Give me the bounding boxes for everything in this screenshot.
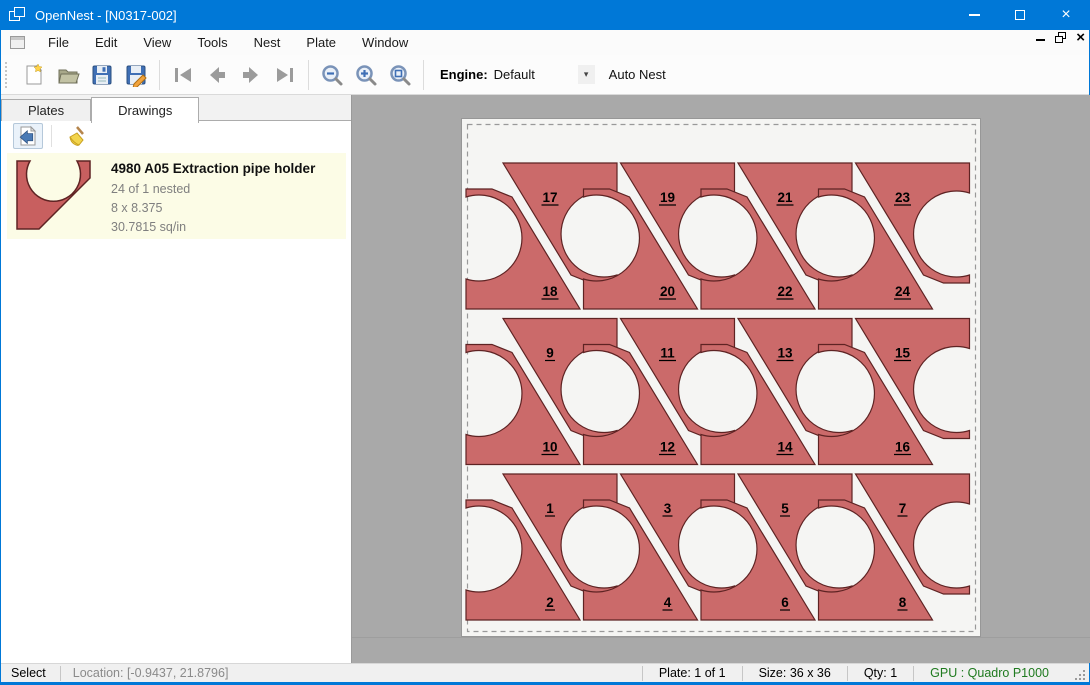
drawing-title: 4980 A05 Extraction pipe holder xyxy=(111,161,315,176)
open-icon xyxy=(56,63,80,87)
panel-toolbar xyxy=(1,121,351,151)
menu-item-window[interactable]: Window xyxy=(349,31,421,54)
svg-text:8: 8 xyxy=(899,595,907,610)
clean-broom-icon xyxy=(64,125,86,147)
nest-canvas[interactable]: 171819202122232491011121314151612345678 xyxy=(351,95,1090,663)
go-next-button[interactable] xyxy=(234,59,268,91)
svg-text:2: 2 xyxy=(546,595,554,610)
status-mode: Select xyxy=(1,666,60,680)
mdi-minimize-icon[interactable] xyxy=(1036,33,1045,42)
go-previous-button[interactable] xyxy=(200,59,234,91)
import-drawing-button[interactable] xyxy=(13,123,43,149)
auto-nest-button[interactable]: Auto Nest xyxy=(609,67,666,82)
go-first-icon xyxy=(171,63,195,87)
zoom-in-button[interactable] xyxy=(349,59,383,91)
svg-text:21: 21 xyxy=(777,190,793,205)
maximize-button[interactable] xyxy=(997,0,1043,30)
new-button[interactable] xyxy=(17,59,51,91)
svg-text:20: 20 xyxy=(660,284,675,299)
menu-item-file[interactable]: File xyxy=(35,31,82,54)
clean-button[interactable] xyxy=(60,123,90,149)
svg-text:14: 14 xyxy=(777,440,793,455)
go-previous-icon xyxy=(205,63,229,87)
panel-toolbar-separator xyxy=(51,125,52,147)
svg-text:7: 7 xyxy=(899,501,907,516)
engine-combobox[interactable]: Default xyxy=(494,67,578,82)
toolbar-separator xyxy=(423,60,424,90)
save-icon xyxy=(90,63,114,87)
tab-drawings[interactable]: Drawings xyxy=(91,97,199,123)
svg-text:4: 4 xyxy=(664,595,672,610)
app-icon xyxy=(9,7,25,23)
tab-plates[interactable]: Plates xyxy=(1,99,91,121)
drawing-size: 8 x 8.375 xyxy=(111,199,315,218)
toolbar-grip[interactable] xyxy=(5,62,9,88)
status-plate: Plate: 1 of 1 xyxy=(642,666,742,681)
status-size: Size: 36 x 36 xyxy=(742,666,847,681)
tab-strip: PlatesDrawings xyxy=(1,95,351,121)
mdi-restore-icon[interactable] xyxy=(1055,32,1066,43)
main-toolbar: Engine: Default ▾ Auto Nest xyxy=(1,55,1089,95)
open-button[interactable] xyxy=(51,59,85,91)
status-location: Location: [-0.9437, 21.8796] xyxy=(61,666,241,680)
svg-text:24: 24 xyxy=(895,284,911,299)
mdi-close-icon[interactable]: × xyxy=(1076,32,1085,43)
import-drawing-icon xyxy=(17,125,39,147)
go-last-button[interactable] xyxy=(268,59,302,91)
go-first-button[interactable] xyxy=(166,59,200,91)
menu-item-nest[interactable]: Nest xyxy=(241,31,294,54)
mdi-child-icon[interactable] xyxy=(10,36,25,49)
drawing-area: 30.7815 sq/in xyxy=(111,218,315,237)
save-button[interactable] xyxy=(85,59,119,91)
svg-text:19: 19 xyxy=(660,190,675,205)
zoom-out-icon xyxy=(320,63,344,87)
svg-text:16: 16 xyxy=(895,440,911,455)
toolbar-separator xyxy=(308,60,309,90)
status-qty: Qty: 1 xyxy=(847,666,913,681)
toolbar-separator xyxy=(159,60,160,90)
status-bar: Select Location: [-0.9437, 21.8796] Plat… xyxy=(1,663,1089,685)
zoom-fit-icon xyxy=(388,63,412,87)
svg-text:23: 23 xyxy=(895,190,911,205)
left-panel: PlatesDrawings 4980 A05 Extraction pipe … xyxy=(1,95,351,663)
menu-item-tools[interactable]: Tools xyxy=(184,31,240,54)
part-thumbnail xyxy=(15,159,95,233)
svg-text:22: 22 xyxy=(777,284,792,299)
svg-text:9: 9 xyxy=(546,346,554,361)
svg-text:12: 12 xyxy=(660,440,675,455)
zoom-in-icon xyxy=(354,63,378,87)
menu-item-view[interactable]: View xyxy=(130,31,184,54)
svg-text:17: 17 xyxy=(542,190,557,205)
svg-text:5: 5 xyxy=(781,501,789,516)
svg-text:1: 1 xyxy=(546,501,554,516)
engine-dropdown-arrow[interactable]: ▾ xyxy=(578,65,595,84)
resize-grip[interactable] xyxy=(1071,666,1087,682)
menu-bar: FileEditViewToolsNestPlateWindow xyxy=(1,30,1089,55)
minimize-button[interactable] xyxy=(951,0,997,30)
title-bar: OpenNest - [N0317-002] × xyxy=(1,0,1089,30)
svg-text:18: 18 xyxy=(542,284,558,299)
svg-text:10: 10 xyxy=(542,440,557,455)
zoom-out-button[interactable] xyxy=(315,59,349,91)
go-next-icon xyxy=(239,63,263,87)
go-last-icon xyxy=(273,63,297,87)
new-icon xyxy=(22,63,46,87)
close-button[interactable]: × xyxy=(1043,0,1089,30)
window-title: OpenNest - [N0317-002] xyxy=(35,8,177,23)
svg-text:6: 6 xyxy=(781,595,789,610)
save-as-icon xyxy=(124,63,148,87)
svg-text:11: 11 xyxy=(660,346,675,361)
svg-text:3: 3 xyxy=(664,501,672,516)
svg-text:13: 13 xyxy=(777,346,793,361)
drawing-list-item[interactable]: 4980 A05 Extraction pipe holder 24 of 1 … xyxy=(7,153,346,239)
zoom-fit-button[interactable] xyxy=(383,59,417,91)
save-as-button[interactable] xyxy=(119,59,153,91)
engine-label: Engine: xyxy=(440,67,488,82)
menu-item-plate[interactable]: Plate xyxy=(293,31,349,54)
menu-item-edit[interactable]: Edit xyxy=(82,31,130,54)
status-gpu: GPU : Quadro P1000 xyxy=(913,666,1065,681)
svg-text:15: 15 xyxy=(895,346,911,361)
drawing-nested-count: 24 of 1 nested xyxy=(111,180,315,199)
plate-view: 171819202122232491011121314151612345678 xyxy=(352,95,1090,663)
